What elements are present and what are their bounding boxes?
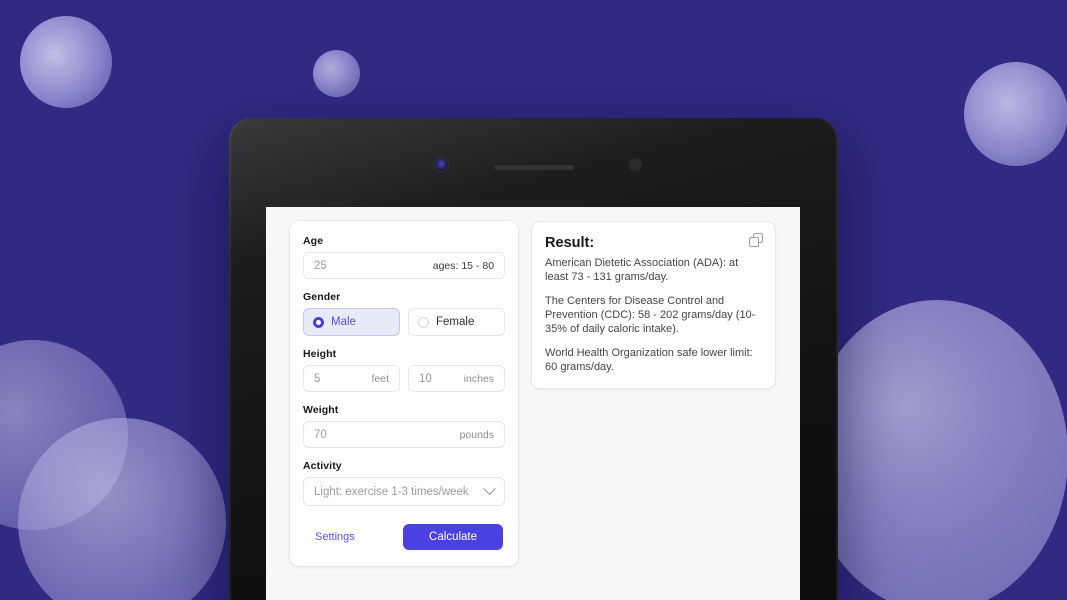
- activity-selected-value: Light: exercise 1-3 times/week: [314, 485, 469, 498]
- height-inches-value: 10: [419, 372, 432, 385]
- height-inches-suffix: inches: [463, 372, 495, 385]
- gender-option-male[interactable]: Male: [303, 308, 401, 336]
- form-actions: Settings Calculate: [303, 524, 505, 550]
- decorative-sphere: [964, 62, 1067, 166]
- activity-label: Activity: [303, 460, 342, 472]
- height-label: Height: [303, 348, 337, 360]
- device-bezel: [229, 118, 838, 202]
- age-field-group: Age 25 ages: 15 - 80: [303, 235, 506, 279]
- weight-input[interactable]: 70 pounds: [303, 421, 506, 448]
- speaker-grille-icon: [494, 165, 574, 170]
- height-inches-input[interactable]: 10 inches: [408, 365, 506, 392]
- result-card: Result: American Dietetic Association (A…: [531, 221, 776, 390]
- decorative-sphere: [20, 16, 112, 108]
- result-paragraph-ada: American Dietetic Association (ADA): at …: [545, 257, 739, 283]
- radio-unselected-icon: [418, 316, 430, 328]
- gender-option-female-label: Female: [436, 316, 475, 328]
- calculator-form-card: Age 25 ages: 15 - 80 Gender Male Female …: [290, 221, 519, 566]
- gender-label: Gender: [303, 291, 341, 303]
- gender-radio-group: Male Female: [303, 308, 506, 336]
- copy-icon[interactable]: [749, 233, 763, 247]
- decorative-sphere: [313, 50, 360, 97]
- app-content: Age 25 ages: 15 - 80 Gender Male Female …: [266, 207, 800, 566]
- chevron-down-icon: [483, 482, 496, 496]
- result-paragraph-who: World Health Organization safe lower lim…: [545, 347, 753, 373]
- height-inputs-row: 5 feet 10 inches: [303, 365, 506, 392]
- device-screen: Age 25 ages: 15 - 80 Gender Male Female …: [266, 207, 800, 600]
- height-feet-input[interactable]: 5 feet: [303, 365, 401, 392]
- sensor-icon: [629, 159, 641, 171]
- copy-icon-front-square: [749, 236, 759, 247]
- height-feet-suffix: feet: [371, 372, 390, 385]
- settings-button[interactable]: Settings: [305, 527, 365, 547]
- gender-option-male-label: Male: [331, 316, 356, 328]
- height-field-group: Height 5 feet 10 inches: [303, 348, 506, 392]
- weight-value: 70: [314, 428, 327, 441]
- age-value: 25: [314, 259, 327, 272]
- activity-select[interactable]: Light: exercise 1-3 times/week: [303, 477, 506, 506]
- radio-selected-icon: [313, 316, 324, 328]
- calculate-button[interactable]: Calculate: [403, 524, 504, 550]
- age-input[interactable]: 25 ages: 15 - 80: [303, 252, 506, 279]
- decorative-sphere: [806, 300, 1067, 600]
- gender-field-group: Gender Male Female: [303, 291, 506, 336]
- weight-label: Weight: [303, 404, 339, 416]
- result-paragraph-cdc: The Centers for Disease Control and Prev…: [545, 295, 756, 335]
- age-hint: ages: 15 - 80: [432, 259, 495, 272]
- activity-field-group: Activity Light: exercise 1-3 times/week: [303, 460, 506, 506]
- height-feet-value: 5: [314, 372, 321, 385]
- tablet-device-frame: Age 25 ages: 15 - 80 Gender Male Female …: [229, 118, 838, 600]
- gender-option-female[interactable]: Female: [408, 308, 506, 336]
- age-label: Age: [303, 235, 324, 247]
- weight-field-group: Weight 70 pounds: [303, 404, 506, 448]
- result-title: Result:: [545, 235, 595, 251]
- camera-icon: [435, 158, 448, 171]
- weight-suffix: pounds: [459, 428, 495, 441]
